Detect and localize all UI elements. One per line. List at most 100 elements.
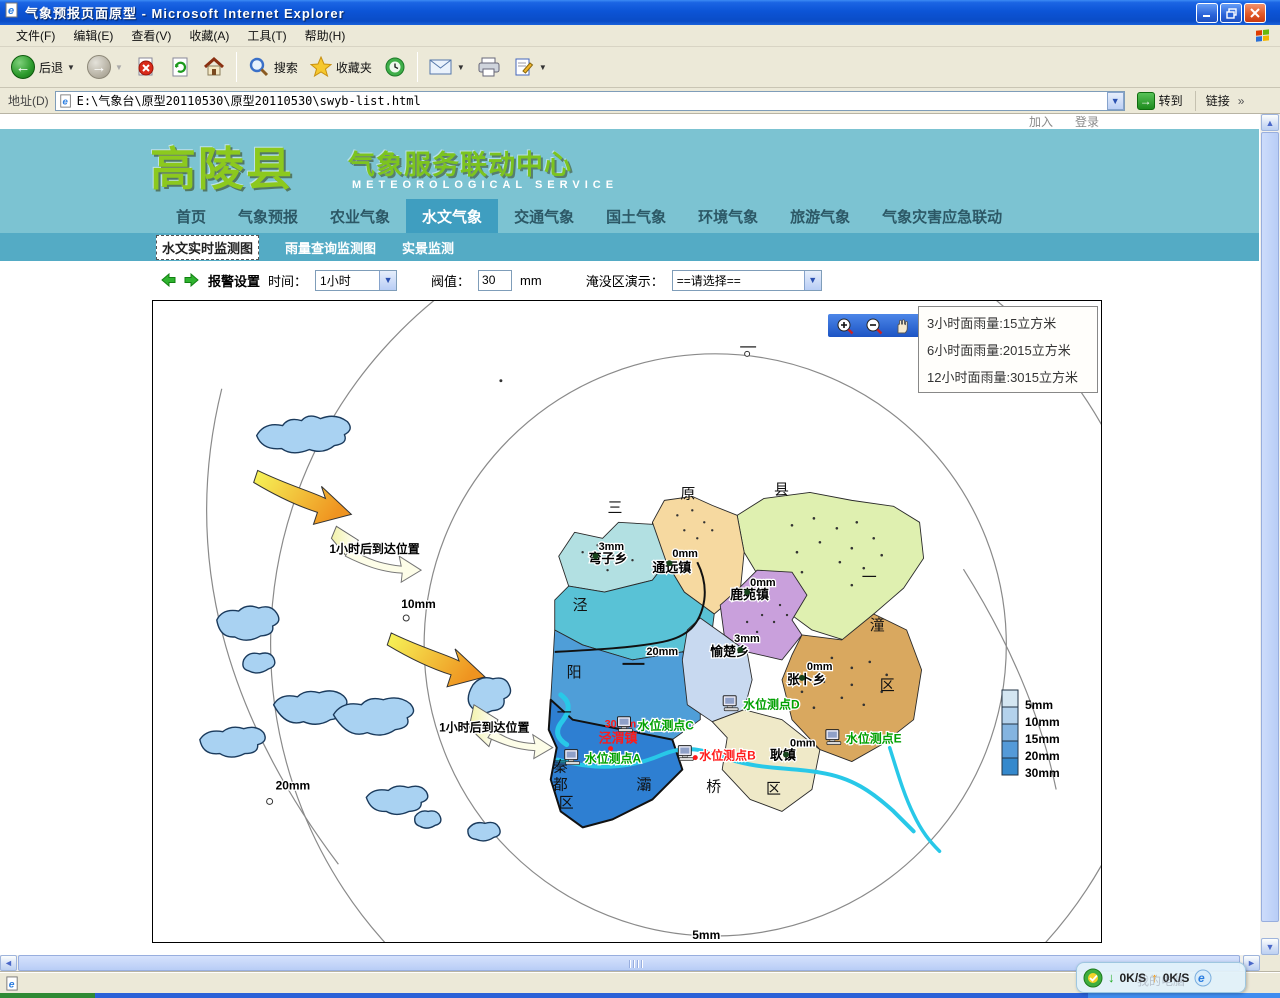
legend-label: 10mm: [1025, 714, 1060, 731]
page-icon: e: [59, 94, 73, 108]
nav-tab-traffic[interactable]: 交通气象: [498, 199, 590, 233]
svg-text:3mm: 3mm: [734, 633, 760, 645]
mail-dropdown-icon[interactable]: ▼: [457, 63, 465, 72]
time-select[interactable]: 1小时▼: [315, 270, 397, 291]
svg-text:e: e: [1198, 971, 1205, 985]
map-canvas: 1小时后到达位置 1小时后到达位置: [153, 301, 1101, 942]
nav-tab-agriculture[interactable]: 农业气象: [314, 199, 406, 233]
print-button[interactable]: [472, 55, 506, 79]
close-button[interactable]: [1244, 3, 1266, 23]
flood-demo-select[interactable]: ==请选择==▼: [672, 270, 822, 291]
threshold-input[interactable]: [478, 270, 512, 291]
svg-text:桥: 桥: [706, 778, 721, 795]
ie-tray-icon[interactable]: e: [1194, 969, 1212, 987]
subnav-rain-query[interactable]: 雨量查询监测图: [285, 238, 376, 257]
station-c[interactable]: 水位测点C: [618, 717, 695, 733]
vertical-scroll-thumb[interactable]: [1261, 132, 1279, 922]
edit-button[interactable]: ▼: [508, 55, 552, 79]
horizontal-scroll-thumb[interactable]: [18, 955, 1240, 971]
menu-bar: 文件(F) 编辑(E) 查看(V) 收藏(A) 工具(T) 帮助(H): [0, 25, 1280, 47]
logo-subtitle-text: METEOROLOGICAL SERVICE: [352, 179, 618, 191]
menu-item-tools[interactable]: 工具(T): [239, 25, 294, 46]
links-chevron[interactable]: »: [1238, 94, 1245, 108]
horizontal-scrollbar[interactable]: ◄ ►: [0, 955, 1260, 972]
range-10mm-marker: [403, 615, 409, 621]
station-b[interactable]: 水位测点B: [678, 746, 756, 763]
windows-taskbar[interactable]: [0, 993, 1280, 998]
join-link[interactable]: 加入: [1029, 113, 1053, 130]
address-label: 地址(D): [8, 92, 49, 109]
net-speed-widget[interactable]: 我的电脑 ↓ 0K/S ↑ 0K/S e: [1076, 962, 1246, 993]
scroll-grip: [629, 960, 647, 968]
back-button[interactable]: ← 后退▼: [6, 53, 80, 81]
login-link[interactable]: 登录: [1075, 113, 1099, 130]
stop-button[interactable]: [130, 54, 162, 80]
restore-button[interactable]: [1220, 3, 1242, 23]
range-20mm: 20mm: [276, 778, 311, 792]
menu-item-file[interactable]: 文件(F): [8, 25, 63, 46]
address-dropdown-icon[interactable]: ▼: [1107, 92, 1124, 110]
subnav-realtime-monitor[interactable]: 水文实时监测图: [156, 235, 259, 260]
threshold-label: 阀值：: [431, 271, 470, 290]
station-d[interactable]: 水位测点D: [723, 696, 800, 712]
nav-tab-home[interactable]: 首页: [160, 199, 222, 233]
title-bar[interactable]: e 气象预报页面原型 - Microsoft Internet Explorer: [0, 0, 1280, 25]
menu-item-favorites[interactable]: 收藏(A): [181, 25, 237, 46]
zoom-in-icon[interactable]: [835, 316, 855, 336]
rainfall-legend: 5mm 10mm 15mm 20mm 30mm: [1001, 689, 1060, 784]
back-dropdown-icon[interactable]: ▼: [67, 63, 75, 72]
menu-item-view[interactable]: 查看(V): [123, 25, 179, 46]
prev-arrow-icon[interactable]: [160, 273, 176, 287]
browser-toolbar: ← 后退▼ →▼ 搜索 收藏夹 ▼: [0, 47, 1280, 88]
nav-tab-land[interactable]: 国土气象: [590, 199, 682, 233]
search-button[interactable]: 搜索: [243, 54, 303, 80]
range-tick-circle: [745, 351, 750, 356]
back-icon: ←: [11, 55, 35, 79]
rainfall-3h: 3小时面雨量:15立方米: [927, 313, 1089, 332]
history-button[interactable]: [379, 54, 411, 80]
mail-button[interactable]: ▼: [424, 56, 470, 78]
app-icon: e: [4, 2, 20, 23]
scroll-down-button[interactable]: ▼: [1261, 938, 1279, 955]
windows-logo-icon: [1254, 27, 1272, 48]
scroll-left-button[interactable]: ◄: [0, 955, 17, 971]
nav-tab-disaster-emergency[interactable]: 气象灾害应急联动: [866, 199, 1018, 233]
rainfall-6h: 6小时面雨量:2015立方米: [927, 340, 1089, 359]
range-10mm: 10mm: [401, 597, 436, 611]
refresh-icon: [169, 56, 191, 78]
status-page-icon: e: [5, 976, 20, 991]
legend-swatches: [1001, 689, 1019, 779]
svg-text:灞: 灞: [636, 776, 651, 793]
refresh-button[interactable]: [164, 54, 196, 80]
svg-text:阳: 阳: [567, 664, 582, 681]
svg-text:区: 区: [766, 780, 781, 797]
next-arrow-icon[interactable]: [184, 273, 200, 287]
legend-label: 5mm: [1025, 697, 1060, 714]
toolbar-separator: [236, 52, 237, 82]
hydrology-map[interactable]: 1小时后到达位置 1小时后到达位置: [152, 300, 1102, 943]
vertical-scrollbar[interactable]: ▲ ▼: [1260, 114, 1280, 955]
station-a[interactable]: 水位测点A: [565, 750, 642, 766]
favorites-button[interactable]: 收藏夹: [305, 54, 377, 80]
home-button[interactable]: [198, 54, 230, 80]
menu-item-help[interactable]: 帮助(H): [297, 25, 354, 46]
scroll-up-button[interactable]: ▲: [1261, 114, 1279, 131]
nav-tab-environment[interactable]: 环境气象: [682, 199, 774, 233]
minimize-button[interactable]: [1196, 3, 1218, 23]
address-input[interactable]: e E:\气象台\原型20110530\原型20110530\swyb-list…: [55, 91, 1125, 111]
svg-text:一: 一: [557, 705, 572, 722]
pan-hand-icon[interactable]: [892, 316, 912, 336]
nav-tab-hydrology[interactable]: 水文气象: [406, 199, 498, 233]
zoom-out-icon[interactable]: [864, 316, 884, 336]
nav-tab-tourism[interactable]: 旅游气象: [774, 199, 866, 233]
links-label[interactable]: 链接: [1206, 92, 1230, 109]
menu-item-edit[interactable]: 编辑(E): [65, 25, 121, 46]
subnav-live-monitor[interactable]: 实景监测: [402, 238, 454, 257]
forward-button[interactable]: →▼: [82, 53, 128, 81]
station-e[interactable]: 水位测点E: [826, 730, 902, 746]
scrollbar-corner: [1260, 955, 1280, 972]
edit-dropdown-icon[interactable]: ▼: [539, 63, 547, 72]
nav-tab-weather-forecast[interactable]: 气象预报: [222, 199, 314, 233]
svg-text:水位测点A: 水位测点A: [585, 751, 642, 766]
go-button[interactable]: → 转到: [1131, 91, 1189, 111]
